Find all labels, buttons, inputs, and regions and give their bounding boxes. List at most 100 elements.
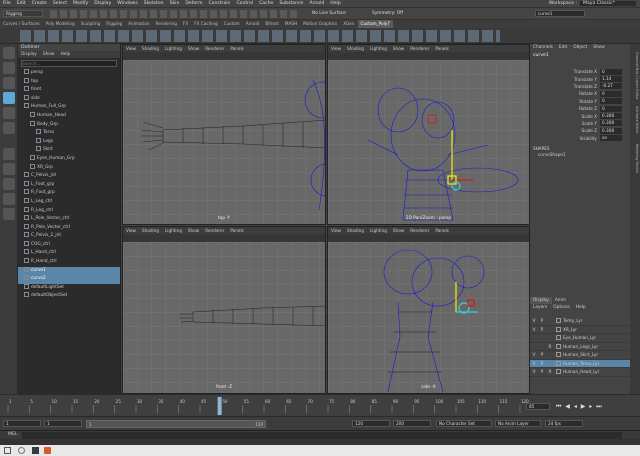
- shelf-tab[interactable]: Rendering: [153, 20, 180, 28]
- shelf-tab[interactable]: Sculpting: [78, 20, 104, 28]
- channel-name[interactable]: Rotate X: [530, 91, 600, 96]
- layer-visibility-toggle[interactable]: V: [530, 318, 538, 323]
- outliner-item[interactable]: Human_Head: [18, 111, 120, 121]
- workspace-dropdown[interactable]: Maya Classic*: [580, 1, 636, 6]
- layer-color-swatch[interactable]: [556, 335, 561, 341]
- outliner-item[interactable]: defaultObjectSet: [18, 292, 120, 301]
- outliner-item[interactable]: Skirt: [18, 146, 120, 155]
- layer-row[interactable]: R Human_Legs_Lyr: [530, 343, 630, 351]
- layer-playback-toggle[interactable]: P: [538, 318, 546, 323]
- shelf-tab-active[interactable]: Custom_Poly7: [357, 20, 393, 28]
- outliner-item[interactable]: Legs: [18, 137, 120, 147]
- fps-dropdown[interactable]: 24 fps: [545, 420, 583, 427]
- windows-start-icon[interactable]: [4, 447, 11, 454]
- layer-color-swatch[interactable]: [556, 318, 561, 324]
- layer-visibility-toggle[interactable]: V: [530, 361, 538, 366]
- channel-name[interactable]: Translate Y: [530, 77, 600, 82]
- menu-help[interactable]: Help: [327, 1, 343, 6]
- character-set-dropdown[interactable]: No Character Set: [436, 420, 492, 427]
- channel-row[interactable]: Rotate Z0: [530, 105, 630, 112]
- channel-value[interactable]: on: [600, 135, 622, 142]
- channelbox-menu-channels[interactable]: Channels: [530, 44, 556, 51]
- playhead[interactable]: [217, 397, 222, 415]
- outliner-item[interactable]: R_Hand_ctrl: [18, 258, 120, 267]
- layer-row[interactable]: V P Human_Skirt_Lyr: [530, 351, 630, 360]
- channel-name[interactable]: Translate Z: [530, 84, 600, 89]
- outliner-item[interactable]: Torso: [18, 129, 120, 138]
- vp-menu-shading[interactable]: Shading: [139, 227, 162, 234]
- layer-visibility-toggle[interactable]: V: [530, 369, 538, 374]
- menu-control[interactable]: Control: [233, 1, 256, 6]
- channel-name[interactable]: Scale Z: [530, 128, 600, 133]
- outliner-item[interactable]: front: [18, 86, 120, 95]
- menu-modify[interactable]: Modify: [70, 1, 91, 6]
- menu-select[interactable]: Select: [50, 1, 70, 6]
- layer-color-swatch[interactable]: [556, 360, 561, 366]
- vp-menu-panels[interactable]: Panels: [227, 45, 246, 52]
- current-frame-field[interactable]: 85: [526, 403, 550, 410]
- vp-menu-shading[interactable]: Shading: [344, 45, 367, 52]
- vp-menu-lighting[interactable]: Lighting: [162, 227, 185, 234]
- shelf-tab[interactable]: Animation: [125, 20, 152, 28]
- channel-value[interactable]: -0.27: [600, 83, 622, 90]
- menu-windows[interactable]: Windows: [114, 1, 141, 6]
- outliner-search-input[interactable]: [21, 60, 117, 67]
- viewport-front[interactable]: View Shading Lighting Show Renderer Pane…: [122, 226, 326, 394]
- live-surface-label[interactable]: No Live Surface: [312, 11, 346, 16]
- range-slider[interactable]: 1 120: [86, 420, 266, 428]
- outliner-item[interactable]: L_Hand_ctrl: [18, 249, 120, 258]
- layer-row[interactable]: V P R Human_Head_Lyr: [530, 368, 630, 377]
- layer-visibility-toggle[interactable]: V: [530, 352, 538, 357]
- outliner-item[interactable]: L_Leg_ctrl: [18, 197, 120, 207]
- name-field[interactable]: curve1: [535, 10, 585, 17]
- layer-playback-toggle[interactable]: P: [538, 369, 546, 374]
- layout-graph-icon[interactable]: [2, 208, 15, 220]
- status-icons[interactable]: [50, 10, 300, 18]
- layer-menu-help[interactable]: Help: [573, 304, 589, 311]
- channel-value[interactable]: 0.308: [600, 120, 622, 127]
- outliner-item[interactable]: R_Pole_Vector_ctrl: [18, 223, 120, 233]
- vp-menu-view[interactable]: View: [328, 45, 344, 52]
- select-tool-icon[interactable]: [2, 47, 15, 59]
- anim-start-field[interactable]: 1: [3, 420, 41, 427]
- channelbox-menu-edit[interactable]: Edit: [556, 44, 570, 51]
- anim-end-field[interactable]: 200: [393, 420, 431, 427]
- channel-row[interactable]: Rotate Y0: [530, 98, 630, 105]
- shelf-tab[interactable]: Custom: [221, 20, 243, 28]
- side-tab-modeling-toolkit[interactable]: Modeling Toolkit: [631, 144, 639, 173]
- outliner-item[interactable]: C_Pelvis_jnt: [18, 172, 120, 181]
- outliner-menu-show[interactable]: Show: [40, 51, 58, 58]
- vp-menu-renderer[interactable]: Renderer: [407, 227, 432, 234]
- viewport-toolbar[interactable]: [328, 52, 529, 60]
- lasso-tool-icon[interactable]: [2, 62, 15, 74]
- playback-end-field[interactable]: 120: [352, 420, 390, 427]
- outliner-item[interactable]: R_Leg_ctrl: [18, 206, 120, 216]
- playback-start-field[interactable]: 1: [44, 420, 82, 427]
- channel-row[interactable]: Scale X 0.308: [530, 112, 630, 120]
- outliner-item[interactable]: Eyes_Human_Grp: [18, 154, 120, 164]
- vp-menu-view[interactable]: View: [328, 227, 344, 234]
- outliner-item[interactable]: persp: [18, 69, 120, 78]
- outliner-item[interactable]: side: [18, 94, 120, 104]
- outliner-item[interactable]: COG_ctrl: [18, 240, 120, 250]
- channel-row[interactable]: Translate Z -0.27: [530, 83, 630, 90]
- channel-value[interactable]: 0: [600, 105, 622, 112]
- layer-row[interactable]: V P XR_Lyr: [530, 326, 630, 334]
- channel-name[interactable]: Translate X: [530, 69, 600, 74]
- viewport-top[interactable]: View Shading Lighting Show Renderer Pane…: [122, 44, 326, 225]
- vp-menu-renderer[interactable]: Renderer: [407, 45, 432, 52]
- vp-menu-view[interactable]: View: [123, 45, 139, 52]
- layer-tab-anim[interactable]: Anim: [552, 297, 569, 304]
- vp-menu-shading[interactable]: Shading: [139, 45, 162, 52]
- channel-row[interactable]: Scale Y 0.308: [530, 120, 630, 127]
- task-view-icon[interactable]: [32, 447, 39, 454]
- outliner-item[interactable]: R_Foot_grp: [18, 189, 120, 198]
- paint-select-icon[interactable]: [2, 77, 15, 89]
- rotate-tool-icon[interactable]: [2, 107, 15, 119]
- anim-layer-dropdown[interactable]: No Anim Layer: [495, 420, 541, 427]
- menu-deform[interactable]: Deform: [182, 1, 205, 6]
- outliner-item[interactable]: XR_Grp: [18, 163, 120, 173]
- viewport-toolbar[interactable]: [123, 52, 325, 60]
- shelf-tab[interactable]: XGen: [340, 20, 357, 28]
- menu-file[interactable]: File: [0, 1, 14, 6]
